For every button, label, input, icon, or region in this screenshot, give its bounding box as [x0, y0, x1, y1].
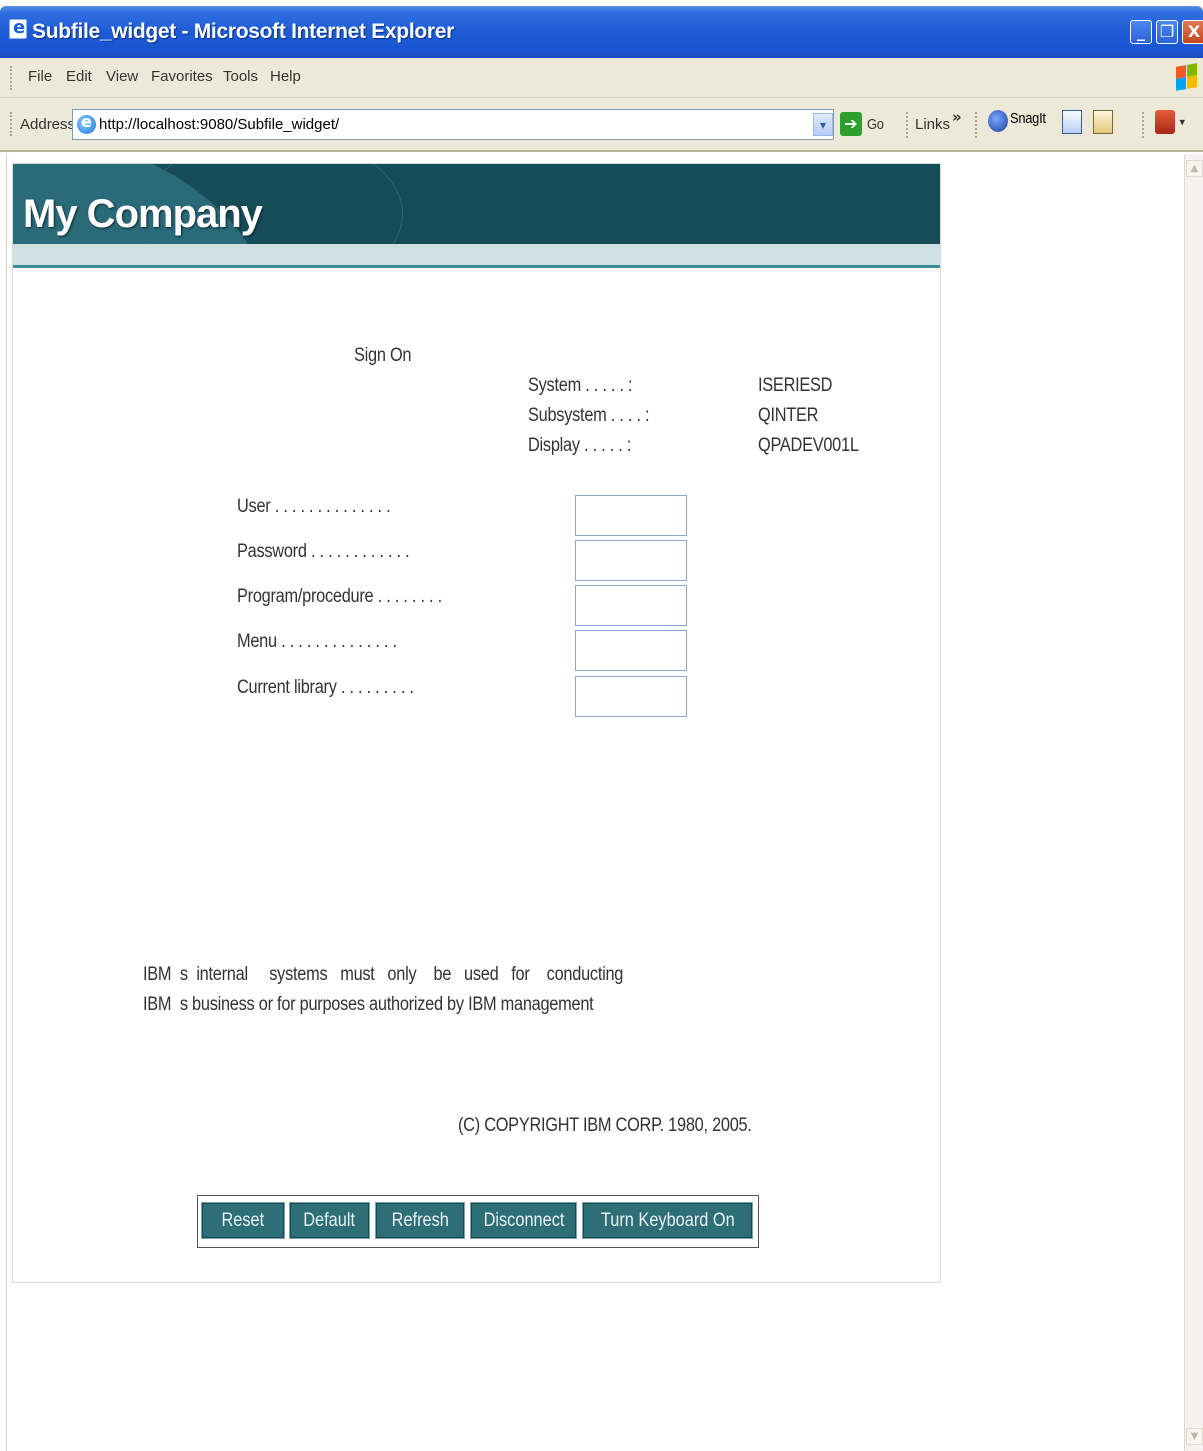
- window-title: Subfile_widget - Microsoft Internet Expl…: [32, 20, 455, 43]
- user-label: User . . . . . . . . . . . . . .: [237, 496, 391, 517]
- signon-heading: Sign On: [354, 345, 412, 366]
- turn-keyboard-on-label: Turn Keyboard On: [600, 1210, 735, 1231]
- password-input[interactable]: [575, 540, 687, 581]
- subsystem-value: QINTER: [758, 405, 819, 426]
- display-label: Display . . . . . :: [528, 435, 632, 456]
- links-chevron-icon[interactable]: »: [952, 108, 962, 126]
- refresh-button-label: Refresh: [391, 1210, 449, 1231]
- reset-button[interactable]: Reset: [201, 1202, 285, 1239]
- current-library-label: Current library . . . . . . . . .: [237, 677, 414, 698]
- current-library-input[interactable]: [575, 676, 687, 717]
- address-dropdown-icon[interactable]: ▾: [813, 113, 833, 136]
- go-arrow-icon: ➔: [840, 112, 862, 136]
- maximize-button[interactable]: ❐: [1156, 20, 1178, 44]
- go-button[interactable]: ➔ Go: [840, 112, 884, 136]
- toolbar-separator: [975, 112, 977, 138]
- program-procedure-input[interactable]: [575, 585, 687, 626]
- menu-favorites[interactable]: Favorites: [151, 68, 213, 85]
- banner-band: [13, 244, 940, 268]
- toolbar-grip: [10, 112, 12, 136]
- snagit-label: SnagIt: [1010, 110, 1046, 127]
- menu-label: Menu . . . . . . . . . . . . . .: [237, 631, 397, 652]
- reset-button-label: Reset: [221, 1210, 265, 1231]
- copyright-text: (C) COPYRIGHT IBM CORP. 1980, 2005.: [458, 1115, 752, 1136]
- program-procedure-label: Program/procedure . . . . . . . .: [237, 586, 442, 607]
- subsystem-label: Subsystem . . . . :: [528, 405, 650, 426]
- research-dropdown-icon[interactable]: ▾: [1179, 116, 1185, 129]
- signon-page: My Company Sign On System . . . . . : IS…: [12, 163, 941, 1283]
- scroll-down-icon[interactable]: ▼: [1186, 1428, 1203, 1445]
- system-label: System . . . . . :: [528, 375, 633, 396]
- research-button[interactable]: ▾: [1155, 110, 1185, 134]
- snagit-edit-icon[interactable]: [1093, 110, 1113, 134]
- snagit-button[interactable]: SnagIt: [988, 110, 1046, 132]
- company-banner: My Company: [13, 164, 940, 244]
- menu-edit[interactable]: Edit: [66, 68, 92, 85]
- company-name: My Company: [23, 192, 263, 236]
- toolbar-separator: [1142, 112, 1144, 138]
- windows-logo-icon: [1174, 62, 1198, 92]
- go-label: Go: [867, 116, 884, 133]
- menu-input[interactable]: [575, 630, 687, 671]
- window-titlebar: Subfile_widget - Microsoft Internet Expl…: [0, 6, 1203, 58]
- menu-file[interactable]: File: [28, 68, 52, 85]
- minimize-button[interactable]: _: [1130, 20, 1152, 44]
- default-button[interactable]: Default: [289, 1202, 370, 1239]
- research-icon: [1155, 110, 1175, 134]
- address-input[interactable]: http://localhost:9080/Subfile_widget/ ▾: [72, 109, 834, 140]
- page-icon: [77, 112, 96, 134]
- menu-tools[interactable]: Tools: [223, 68, 258, 85]
- address-url[interactable]: http://localhost:9080/Subfile_widget/: [99, 116, 339, 133]
- toolbar-separator: [906, 112, 908, 138]
- toolbar-grip: [10, 66, 12, 90]
- display-value: QPADEV001L: [758, 435, 859, 456]
- ie-app-icon: [9, 17, 27, 39]
- close-button[interactable]: X: [1182, 20, 1203, 44]
- disconnect-button-label: Disconnect: [483, 1210, 564, 1231]
- scroll-up-icon[interactable]: ▲: [1186, 160, 1203, 177]
- snagit-icon: [988, 110, 1008, 132]
- usage-notice-line1: IBM s internal systems must only be used…: [143, 964, 624, 985]
- address-toolbar: Address http://localhost:9080/Subfile_wi…: [0, 98, 1203, 152]
- system-value: ISERIESD: [758, 375, 833, 396]
- menu-view[interactable]: View: [106, 68, 138, 85]
- default-button-label: Default: [303, 1210, 356, 1231]
- address-label: Address: [20, 116, 76, 133]
- refresh-button[interactable]: Refresh: [375, 1202, 465, 1239]
- user-input[interactable]: [575, 495, 687, 536]
- menu-help[interactable]: Help: [270, 68, 301, 85]
- links-button[interactable]: Links: [915, 116, 950, 133]
- snagit-window-icon[interactable]: [1062, 110, 1082, 134]
- turn-keyboard-on-button[interactable]: Turn Keyboard On: [582, 1202, 753, 1239]
- menu-bar: File Edit View Favorites Tools Help: [0, 58, 1203, 98]
- action-button-bar: Reset Default Refresh Disconnect Turn Ke…: [197, 1195, 759, 1248]
- password-label: Password . . . . . . . . . . . .: [237, 541, 410, 562]
- disconnect-button[interactable]: Disconnect: [470, 1202, 577, 1239]
- vertical-scrollbar[interactable]: ▲ ▼: [1184, 154, 1203, 1451]
- usage-notice-line2: IBM s business or for purposes authorize…: [143, 994, 594, 1015]
